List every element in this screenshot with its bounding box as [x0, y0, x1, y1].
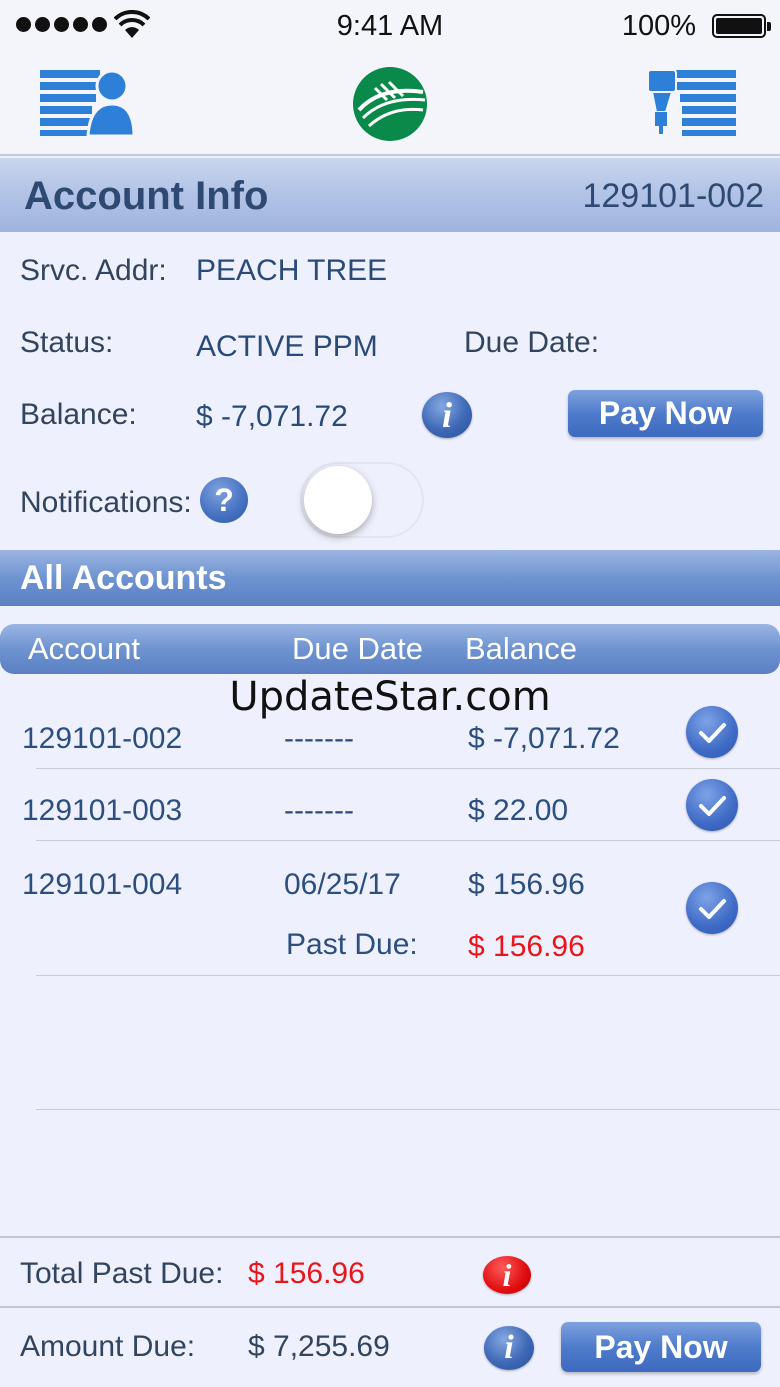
balance-info-icon[interactable]: i — [422, 392, 472, 438]
row-due-date: 06/25/17 — [284, 868, 401, 901]
notifications-help-icon[interactable]: ? — [200, 477, 248, 523]
total-past-due-value: $ 156.96 — [248, 1257, 365, 1290]
all-accounts-header: All Accounts — [0, 550, 780, 606]
past-due-info-icon[interactable]: i — [483, 1256, 531, 1294]
balance-label: Balance: — [20, 398, 137, 431]
amount-due-label: Amount Due: — [20, 1330, 196, 1363]
row-separator — [36, 840, 780, 841]
row-due-date: ------- — [284, 794, 354, 827]
notifications-toggle[interactable] — [300, 462, 424, 538]
battery-percentage: 100% — [621, 10, 696, 42]
table-row[interactable]: 129101-003 ------- $ 22.00 — [0, 772, 780, 840]
footer-divider — [0, 1236, 780, 1238]
balance-value: $ -7,071.72 — [196, 400, 348, 433]
footer-divider — [0, 1306, 780, 1308]
checkmark-icon[interactable] — [686, 779, 738, 831]
accounts-column-header: Account Due Date Balance — [0, 624, 780, 674]
table-row[interactable]: 129101-002 ------- $ -7,071.72 — [0, 700, 780, 768]
row-due-date: ------- — [284, 722, 354, 755]
account-info-header: Account Info 129101-002 — [0, 158, 780, 232]
row-account: 129101-003 — [22, 794, 183, 827]
status-value: ACTIVE PPM — [196, 330, 378, 363]
past-due-value: $ 156.96 — [468, 930, 585, 963]
row-separator — [36, 1109, 780, 1110]
pay-now-button-bottom[interactable]: Pay Now — [561, 1322, 761, 1372]
all-accounts-title: All Accounts — [20, 559, 227, 597]
column-due-date: Due Date — [292, 631, 423, 666]
row-separator — [36, 975, 780, 976]
row-balance: $ 156.96 — [468, 868, 585, 901]
checkmark-icon[interactable] — [686, 882, 738, 934]
toggle-knob — [304, 466, 372, 534]
amount-due-value: $ 7,255.69 — [248, 1330, 390, 1363]
top-navigation — [0, 52, 780, 156]
service-address-label: Srvc. Addr: — [20, 254, 167, 287]
coop-logo — [353, 67, 427, 141]
row-separator — [36, 768, 780, 769]
checkmark-icon[interactable] — [686, 706, 738, 758]
battery-icon — [712, 14, 771, 38]
amount-due-info-icon[interactable]: i — [484, 1326, 534, 1370]
notifications-label: Notifications: — [20, 486, 192, 519]
row-balance: $ -7,071.72 — [468, 722, 620, 755]
outage-list-icon[interactable] — [646, 68, 738, 136]
account-info-title: Account Info — [24, 174, 269, 218]
service-address-value: PEACH TREE — [196, 254, 388, 287]
current-account-number: 129101-002 — [582, 177, 764, 215]
due-date-label: Due Date: — [464, 326, 600, 359]
pay-now-button-top[interactable]: Pay Now — [568, 390, 763, 437]
status-label: Status: — [20, 326, 114, 359]
row-balance: $ 22.00 — [468, 794, 569, 827]
account-list-icon[interactable] — [40, 68, 134, 136]
total-past-due-label: Total Past Due: — [20, 1257, 224, 1290]
status-bar: 9:41 AM 100% — [0, 0, 780, 52]
row-account: 129101-002 — [22, 722, 183, 755]
table-row[interactable]: 129101-004 06/25/17 $ 156.96 Past Due: $… — [0, 846, 780, 974]
column-account: Account — [28, 631, 141, 666]
row-account: 129101-004 — [22, 868, 183, 901]
column-balance: Balance — [465, 631, 578, 666]
past-due-label: Past Due: — [286, 928, 418, 961]
